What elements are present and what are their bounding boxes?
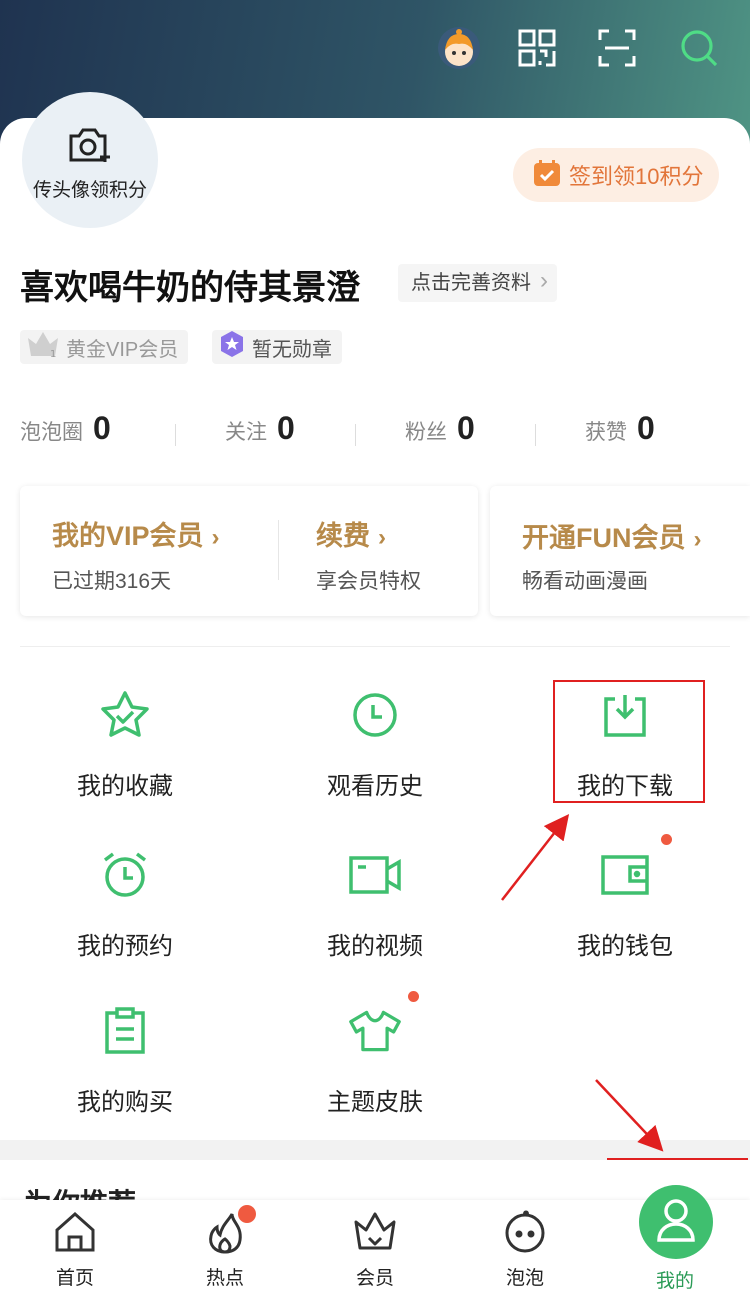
section-divider (20, 646, 730, 647)
renew-title: 续费 (316, 521, 370, 551)
medal-label: 暂无勋章 (252, 338, 332, 361)
wallet-notification-dot (661, 834, 672, 845)
tab-label: 会员 (355, 1268, 394, 1289)
clock-icon (348, 688, 402, 742)
stat-bubble-circle[interactable]: 泡泡圈 0 (20, 410, 111, 447)
tab-hot[interactable]: 热点 (150, 1210, 300, 1295)
stat-value: 0 (637, 410, 655, 446)
search-icon[interactable] (676, 25, 722, 71)
tab-label: 泡泡 (505, 1268, 544, 1289)
stat-value: 0 (93, 410, 111, 446)
menu-label: 观看历史 (327, 773, 423, 800)
chevron-right-icon: › (211, 524, 220, 551)
calendar-check-icon (533, 159, 561, 192)
medal-tag[interactable]: 暂无勋章 (212, 330, 342, 364)
stat-divider (355, 424, 356, 446)
menu-label: 我的收藏 (77, 773, 173, 800)
menu-wallet[interactable]: 我的钱包 (500, 848, 750, 978)
tab-vip[interactable]: 会员 (300, 1210, 450, 1295)
stat-value: 0 (277, 410, 295, 446)
checkin-button[interactable]: 签到领10积分 (513, 148, 719, 202)
theme-notification-dot (408, 991, 419, 1002)
chevron-right-icon: › (693, 526, 702, 553)
menu-themes[interactable]: 主题皮肤 (250, 1004, 500, 1134)
video-camera-icon (348, 848, 402, 902)
stat-label: 获赞 (585, 421, 627, 444)
stat-likes[interactable]: 获赞 0 (585, 410, 655, 447)
upload-avatar-button[interactable]: 传头像领积分 (22, 92, 158, 228)
complete-profile-button[interactable]: 点击完善资料 (398, 262, 557, 302)
camera-plus-icon (67, 126, 113, 169)
chevron-right-icon: › (378, 524, 386, 551)
tab-mine[interactable] (639, 1185, 713, 1259)
menu-reservations[interactable]: 我的预约 (0, 848, 250, 978)
menu-history[interactable]: 观看历史 (250, 688, 500, 818)
crown-icon (353, 1210, 397, 1259)
stat-label: 泡泡圈 (20, 421, 83, 444)
fun-vip-title: 开通FUN会员 (522, 523, 686, 553)
renew-button[interactable]: 续费 › 享会员特权 (316, 514, 421, 595)
medal-star-icon (218, 330, 246, 364)
vip-level-tag[interactable]: 1 黄金VIP会员 (20, 330, 189, 364)
fun-vip-button[interactable]: 开通FUN会员 › 畅看动画漫画 (522, 516, 702, 595)
vip-divider (278, 520, 279, 580)
scan-icon[interactable] (594, 25, 640, 71)
tab-home[interactable]: 首页 (0, 1210, 150, 1295)
star-icon (98, 688, 152, 742)
renew-subtitle: 享会员特权 (316, 570, 421, 593)
menu-purchases[interactable]: 我的购买 (0, 1004, 250, 1134)
menu-favorites[interactable]: 我的收藏 (0, 688, 250, 818)
clipboard-icon (98, 1004, 152, 1058)
menu-label: 我的钱包 (577, 933, 673, 960)
qr-code-icon[interactable] (514, 25, 560, 71)
bottom-tab-bar: 首页 热点 会员 泡泡 (0, 1200, 750, 1297)
fun-vip-subtitle: 畅看动画漫画 (522, 570, 648, 593)
menu-videos[interactable]: 我的视频 (250, 848, 500, 978)
stat-label: 粉丝 (405, 421, 447, 444)
upload-avatar-label: 传头像领积分 (32, 180, 147, 201)
alarm-clock-icon (98, 848, 152, 902)
stat-value: 0 (457, 410, 475, 446)
my-vip-button[interactable]: 我的VIP会员 › 已过期316天 (52, 514, 220, 595)
tab-bubble[interactable]: 泡泡 (450, 1210, 600, 1295)
stat-divider (535, 424, 536, 446)
wallet-icon (598, 848, 652, 902)
stat-fans[interactable]: 粉丝 0 (405, 410, 475, 447)
tab-mine-label: 我的 (656, 1271, 695, 1292)
stat-divider (175, 424, 176, 446)
username: 喜欢喝牛奶的侍其景澄 (20, 269, 360, 307)
my-vip-title: 我的VIP会员 (52, 521, 204, 551)
menu-label: 我的购买 (77, 1089, 173, 1116)
avatar-character-icon[interactable] (436, 25, 482, 71)
tab-label: 首页 (55, 1268, 94, 1289)
vip-level-label: 黄金VIP会员 (66, 338, 179, 361)
stat-label: 关注 (225, 421, 267, 444)
my-vip-subtitle: 已过期316天 (52, 570, 172, 593)
menu-label: 主题皮肤 (327, 1089, 423, 1116)
stat-following[interactable]: 关注 0 (225, 410, 295, 447)
menu-label: 我的视频 (327, 933, 423, 960)
checkin-label: 签到领10积分 (569, 164, 704, 189)
home-icon (53, 1210, 97, 1259)
menu-label: 我的预约 (77, 933, 173, 960)
svg-text:1: 1 (50, 349, 56, 358)
tab-label: 热点 (205, 1268, 244, 1289)
hot-notification-dot (238, 1205, 256, 1223)
crown-icon: 1 (26, 330, 60, 364)
tshirt-icon (348, 1004, 402, 1058)
bubble-face-icon (503, 1210, 547, 1259)
person-icon (656, 1198, 696, 1247)
download-highlight-box (553, 680, 705, 803)
